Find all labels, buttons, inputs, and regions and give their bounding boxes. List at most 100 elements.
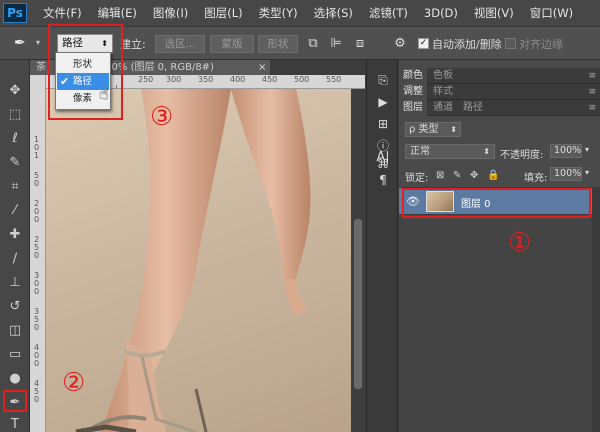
chevron-down-icon: ⬍ — [450, 125, 457, 134]
opacity-label: 不透明度: — [500, 150, 544, 161]
history-icon[interactable]: ⎘ — [375, 72, 391, 88]
ruler-label: 450 — [262, 75, 278, 84]
lock-position-icon[interactable]: ✥ — [470, 170, 478, 181]
layer-filter-value: 类型 — [418, 124, 439, 135]
marquee-tool-icon[interactable]: ⬚ — [6, 106, 24, 124]
lock-label: 锁定: — [405, 173, 429, 184]
search-icon: ρ — [409, 124, 416, 135]
properties-icon[interactable]: ⊞ — [375, 116, 391, 132]
eraser-tool-icon[interactable]: ◫ — [6, 322, 24, 340]
menu-image[interactable]: 图像(I) — [153, 5, 188, 21]
tab-swatches[interactable]: 色板 — [429, 68, 457, 84]
menu-window[interactable]: 窗口(W) — [530, 5, 573, 21]
tool-preset-arrow-icon[interactable]: ▾ — [36, 38, 40, 47]
blur-tool-icon[interactable]: ● — [6, 370, 24, 388]
ruler-label: 0 — [34, 359, 40, 368]
menu-filter[interactable]: 滤镜(T) — [369, 5, 408, 21]
make-mask-button[interactable]: 蒙版 — [210, 35, 254, 53]
close-icon[interactable]: × — [258, 60, 266, 75]
tab-adjustments[interactable]: 调整 — [399, 84, 427, 100]
photoshop-logo: Ps — [3, 3, 27, 23]
right-panels: 颜色 色板 ≡ 调整 样式 ≡ 图层 通道 路径 ≡ ρ 类型 ⬍ 正常 ⬍ 不… — [399, 60, 600, 432]
menu-bar: Ps 文件(F) 编辑(E) 图像(I) 图层(L) 类型(Y) 选择(S) 滤… — [0, 0, 600, 26]
blend-mode-select[interactable]: 正常 ⬍ — [405, 144, 495, 159]
menu-select[interactable]: 选择(S) — [314, 5, 353, 21]
highlight-box-layer — [402, 188, 591, 218]
lasso-tool-icon[interactable]: ℓ — [6, 130, 24, 148]
brush-tool-icon[interactable]: ∕ — [6, 250, 24, 268]
ruler-label: 550 — [326, 75, 342, 84]
ruler-label: 1 — [34, 151, 40, 160]
ruler-label: 350 — [198, 75, 214, 84]
panel-menu-icon[interactable]: ≡ — [588, 68, 596, 84]
pen-tool-icon[interactable]: ✒ — [14, 35, 32, 53]
tab-channels[interactable]: 通道 — [429, 100, 457, 116]
tab-styles[interactable]: 样式 — [429, 84, 457, 100]
step-1-marker: ① — [508, 228, 532, 258]
menu-edit[interactable]: 编辑(E) — [98, 5, 137, 21]
document-canvas[interactable] — [46, 89, 351, 432]
scrollbar-thumb[interactable] — [354, 219, 362, 389]
build-label: 建立: — [120, 38, 146, 51]
step-3-marker: ③ — [150, 102, 174, 132]
gradient-tool-icon[interactable]: ▭ — [6, 346, 24, 364]
type-tool-icon[interactable]: T — [6, 416, 24, 432]
healing-brush-tool-icon[interactable]: ✚ — [6, 226, 24, 244]
align-edges-checkbox[interactable] — [505, 38, 516, 49]
panel-menu-icon[interactable]: ≡ — [588, 84, 596, 100]
chevron-down-icon[interactable]: ▾ — [585, 168, 589, 177]
highlight-box-pen-tool — [3, 390, 27, 412]
tools-panel: ✥ ⬚ ℓ ✎ ⌗ ⁄ ✚ ∕ ⊥ ↺ ◫ ▭ ● ✒ T — [0, 60, 30, 432]
panel-icon-strip: ⎘ ▶ ⊞ ⓘ ⌘ A| ¶ — [366, 60, 398, 432]
gear-icon[interactable]: ⚙ — [392, 36, 408, 52]
clone-stamp-tool-icon[interactable]: ⊥ — [6, 274, 24, 292]
menu-file[interactable]: 文件(F) — [43, 5, 82, 21]
ruler-label: 500 — [294, 75, 310, 84]
quick-select-tool-icon[interactable]: ✎ — [6, 154, 24, 172]
ruler-label: 0 — [34, 215, 40, 224]
ruler-label: 400 — [230, 75, 246, 84]
ruler-label: 0 — [34, 395, 40, 404]
fill-field[interactable]: 100% — [550, 167, 582, 181]
history-brush-tool-icon[interactable]: ↺ — [6, 298, 24, 316]
ruler-label: 0 — [34, 251, 40, 260]
adjustments-panel-tabs: 调整 样式 ≡ — [399, 84, 600, 100]
path-arrangement-icon[interactable]: ⧈ — [352, 36, 368, 52]
eyedropper-tool-icon[interactable]: ⁄ — [6, 202, 24, 220]
path-operations-icon[interactable]: ⧉ — [305, 36, 321, 52]
chevron-down-icon[interactable]: ▾ — [585, 145, 589, 154]
make-shape-button[interactable]: 形状 — [258, 35, 298, 53]
layers-scrollbar[interactable] — [592, 187, 600, 432]
lock-all-icon[interactable]: 🔒 — [487, 170, 499, 181]
blend-mode-value: 正常 — [410, 146, 430, 157]
photo-legs-image — [75, 89, 311, 432]
step-2-marker: ② — [62, 368, 86, 398]
panel-menu-icon[interactable]: ≡ — [588, 100, 596, 116]
ruler-label: 0 — [34, 179, 40, 188]
move-tool-icon[interactable]: ✥ — [6, 82, 24, 100]
layer-filter-select[interactable]: ρ 类型 ⬍ — [405, 122, 461, 137]
crop-tool-icon[interactable]: ⌗ — [6, 178, 24, 196]
path-alignment-icon[interactable]: ⊫ — [328, 36, 344, 52]
vertical-ruler: 1 0 1 5 0 2 0 0 2 5 0 3 0 0 3 5 0 4 0 0 … — [30, 75, 46, 432]
actions-icon[interactable]: ▶ — [375, 94, 391, 110]
canvas-vertical-scrollbar[interactable] — [351, 89, 365, 432]
lock-transparent-icon[interactable]: ⊠ — [436, 170, 444, 181]
menu-view[interactable]: 视图(V) — [474, 5, 514, 21]
opacity-field[interactable]: 100% — [550, 144, 582, 158]
auto-add-delete-checkbox[interactable]: ✓ — [418, 38, 429, 49]
tab-paths[interactable]: 路径 — [459, 100, 487, 116]
menu-3d[interactable]: 3D(D) — [424, 6, 458, 20]
ruler-label: 0 — [34, 287, 40, 296]
layers-panel-tabs: 图层 通道 路径 ≡ — [399, 100, 600, 116]
menu-type[interactable]: 类型(Y) — [259, 5, 298, 21]
character-panel-icon[interactable]: A| — [375, 150, 391, 166]
ruler-label: 300 — [166, 75, 182, 84]
paragraph-icon[interactable]: ¶ — [375, 172, 391, 188]
make-selection-button[interactable]: 选区... — [155, 35, 205, 53]
tab-layers[interactable]: 图层 — [399, 100, 427, 116]
menu-layer[interactable]: 图层(L) — [204, 5, 242, 21]
layers-list-empty-area — [399, 216, 592, 432]
tab-color[interactable]: 颜色 — [399, 68, 427, 84]
lock-pixels-icon[interactable]: ✎ — [453, 170, 461, 181]
